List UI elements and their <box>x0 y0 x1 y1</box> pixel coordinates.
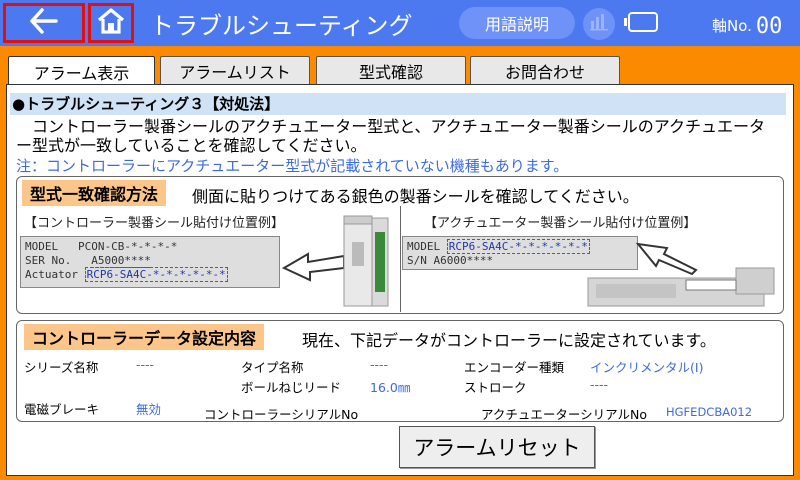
stroke-value: ---- <box>590 377 609 392</box>
stroke-label: ストローク <box>464 380 527 395</box>
section-note: 注：コントローラーにアクチュエーター型式が記載されていない機種もあります。 <box>16 157 569 175</box>
tab-alarm-display[interactable]: アラーム表示 <box>8 56 155 86</box>
axis-number: 軸No. 00 <box>712 12 783 39</box>
actuator-serial-label: アクチュエーターシリアルNo <box>481 407 647 422</box>
bar-chart-icon <box>589 13 609 35</box>
arrow-left-icon <box>282 252 345 282</box>
type-name-label: タイプ名称 <box>241 360 304 375</box>
brake-value: 無効 <box>136 402 162 417</box>
label-value: PCON-CB-*-*-*-* <box>78 240 178 253</box>
label-key: SER No. <box>25 254 72 267</box>
series-name-label: シリーズ名称 <box>24 360 99 375</box>
monitor-button[interactable] <box>583 8 615 40</box>
series-name-value: ---- <box>136 357 155 372</box>
ballscrew-lead-label: ボールねじリード <box>241 380 342 395</box>
divider <box>400 206 401 312</box>
actuator-image <box>587 267 775 307</box>
home-button[interactable] <box>88 3 134 43</box>
section-description: コントローラー製番シールのアクチュエーター型式と、アクチュエーター製番シールのア… <box>16 117 765 155</box>
data-settings-tag: コントローラーデータ設定内容 <box>24 324 265 350</box>
axis-label: 軸No. <box>712 17 752 35</box>
label-key: MODEL <box>407 240 441 253</box>
controller-label: MODEL PCON-CB-*-*-*-* SER No. A5000**** … <box>20 236 280 288</box>
controller-serial-label: コントローラーシリアルNo <box>204 407 359 422</box>
arrow-left-icon <box>29 8 59 38</box>
label-key: MODEL <box>25 240 59 253</box>
home-icon <box>96 7 126 39</box>
section-title: ●トラブルシューティング３【対処法】 <box>10 93 786 115</box>
page-title: トラブルシューティング <box>150 12 413 40</box>
label-value-highlight: RCP6-SA4C-*-*-*-*-*-* <box>446 239 590 254</box>
tab-alarm-list[interactable]: アラームリスト <box>160 56 310 84</box>
method-tag: 型式一致確認方法 <box>22 180 167 206</box>
axis-value: 00 <box>755 14 783 39</box>
label-value-highlight: RCP6-SA4C-*-*-*-*-*-* <box>84 267 228 282</box>
label-value: A5000**** <box>91 254 151 268</box>
actuator-caption: 【アクチュエーター製番シール貼付け位置例】 <box>424 216 697 231</box>
battery-icon <box>624 12 658 32</box>
encoder-value: インクリメンタル(I) <box>590 360 704 375</box>
tab-model-check[interactable]: 型式確認 <box>316 56 466 84</box>
label-key: S/N <box>407 254 427 267</box>
data-settings-text: 現在、下記データがコントローラーに設定されています。 <box>302 331 716 350</box>
tab-contact[interactable]: お問合わせ <box>470 56 620 84</box>
glossary-button[interactable]: 用語説明 <box>459 7 575 39</box>
encoder-label: エンコーダー種類 <box>464 360 565 375</box>
label-key: Actuator <box>25 268 78 281</box>
ballscrew-lead-value: 16.0㎜ <box>370 380 411 395</box>
type-name-value: ---- <box>370 357 389 372</box>
controller-caption: 【コントローラー製番シール貼付け位置例】 <box>24 216 285 231</box>
brake-label: 電磁ブレーキ <box>24 402 100 417</box>
label-value: A6000**** <box>433 254 494 267</box>
actuator-serial-value: HGFEDCBA012 <box>666 405 753 419</box>
controller-image <box>343 215 389 307</box>
back-button[interactable] <box>3 3 85 43</box>
alarm-reset-button[interactable]: アラームリセット <box>399 426 595 468</box>
method-text: 側面に貼りつけてある銀色の製番シールを確認してください。 <box>192 187 639 206</box>
